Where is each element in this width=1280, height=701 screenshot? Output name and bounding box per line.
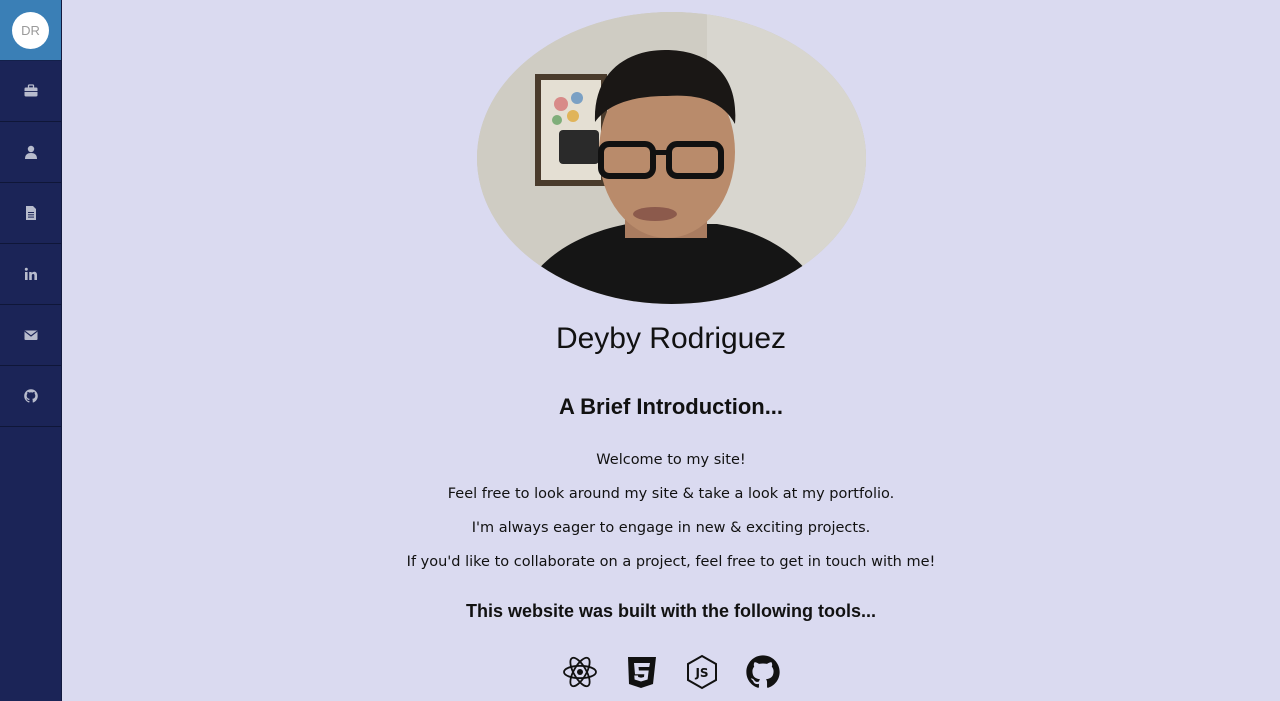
- github-icon: [23, 389, 38, 403]
- linkedin-icon: [24, 267, 37, 280]
- sidebar-item-email[interactable]: [0, 305, 61, 366]
- nodejs-icon: JS: [684, 654, 720, 690]
- intro-paragraph: Welcome to my site!: [596, 452, 746, 468]
- envelope-icon: [23, 330, 38, 340]
- sidebar-item-resume[interactable]: [0, 183, 61, 244]
- tools-list: JS: [62, 654, 1280, 690]
- briefcase-icon: [24, 84, 37, 97]
- sidebar: DR: [0, 0, 62, 701]
- svg-text:JS: JS: [694, 666, 708, 680]
- intro-paragraph: Feel free to look around my site & take …: [447, 486, 895, 502]
- css3-icon: [623, 654, 659, 690]
- document-icon: [25, 206, 36, 220]
- sidebar-item-linkedin[interactable]: [0, 244, 61, 305]
- intro-heading: A Brief Introduction...: [558, 394, 784, 419]
- brand-logo[interactable]: DR: [12, 12, 49, 49]
- tools-heading: This website was built with the followin…: [465, 601, 876, 621]
- brand-area[interactable]: DR: [0, 0, 61, 61]
- react-icon: [562, 654, 598, 690]
- sidebar-item-portfolio[interactable]: [0, 61, 61, 122]
- profile-photo: [477, 12, 866, 304]
- sidebar-item-github[interactable]: [0, 366, 61, 427]
- user-icon: [24, 145, 37, 159]
- main-content: Deyby Rodriguez A Brief Introduction... …: [62, 0, 1280, 701]
- github-icon: [745, 654, 781, 690]
- sidebar-item-about[interactable]: [0, 122, 61, 183]
- intro-paragraph: I'm always eager to engage in new & exci…: [471, 520, 871, 536]
- profile-name: Deyby Rodriguez: [555, 322, 787, 355]
- intro-paragraph: If you'd like to collaborate on a projec…: [406, 554, 936, 570]
